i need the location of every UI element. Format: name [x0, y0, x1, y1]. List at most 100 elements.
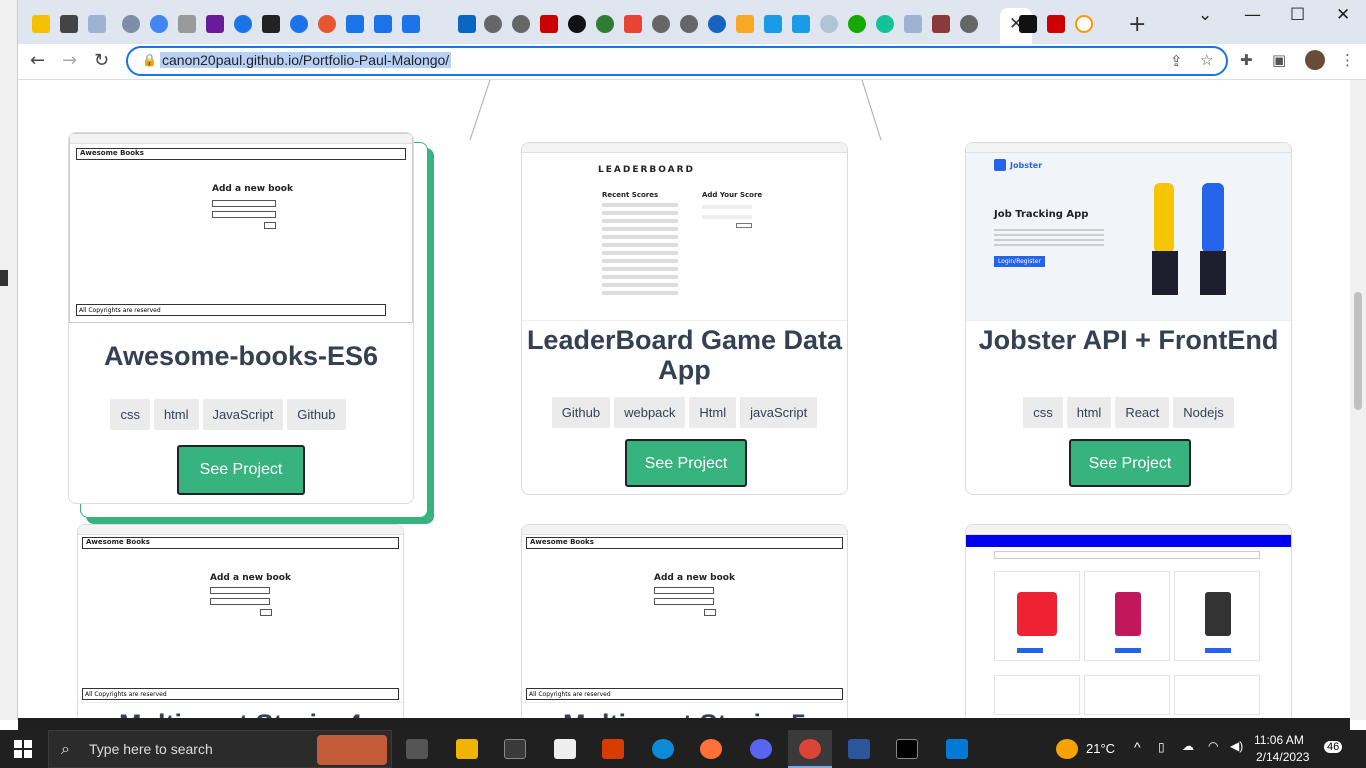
url-input[interactable]: 🔒 canon20paul.github.io/Portfolio-Paul-M…	[126, 46, 1228, 76]
site-tab-icon[interactable]	[374, 15, 392, 33]
new-tab-button[interactable]: +	[1128, 12, 1146, 37]
chrome-icon[interactable]	[799, 739, 821, 759]
site-tab-icon[interactable]	[540, 15, 558, 33]
site-tab-icon[interactable]	[290, 15, 308, 33]
grammarly-tab-icon[interactable]	[876, 15, 894, 33]
send-tab-icon[interactable]	[122, 15, 140, 33]
mail-tab-icon[interactable]	[206, 15, 224, 33]
tag: javaScript	[740, 397, 818, 428]
globe-tab-icon[interactable]	[680, 15, 698, 33]
site-tab-icon[interactable]	[596, 15, 614, 33]
loading-tab-icon[interactable]	[1075, 15, 1093, 33]
game-icon[interactable]	[750, 739, 772, 759]
volume-icon[interactable]: ◀)	[1230, 739, 1243, 753]
project-card[interactable]: Awesome Books Add a new book All Copyrig…	[521, 524, 848, 720]
office-icon[interactable]	[602, 739, 624, 759]
site-tab-icon[interactable]	[568, 15, 586, 33]
site-tab-icon[interactable]	[234, 15, 252, 33]
clock-date[interactable]: 2/14/2023	[1256, 750, 1309, 764]
tag: React	[1115, 397, 1170, 428]
window-close-icon[interactable]: ✕	[1336, 5, 1350, 25]
search-highlight-image	[317, 735, 387, 765]
site-tab-icon[interactable]	[318, 15, 336, 33]
minimize-icon[interactable]: —	[1244, 5, 1261, 25]
site-tab-icon[interactable]	[736, 15, 754, 33]
app-tab-icon[interactable]	[32, 15, 50, 33]
globe-tab-icon[interactable]	[484, 15, 502, 33]
profile-avatar[interactable]	[1305, 50, 1325, 70]
mini-footer: All Copyrights are reserved	[76, 304, 386, 316]
taskbar-search-box[interactable]: ⌕ Type here to search	[48, 730, 392, 768]
site-tab-icon[interactable]	[1047, 15, 1065, 33]
back-icon[interactable]: ←	[30, 50, 45, 71]
see-project-button[interactable]: See Project	[625, 439, 747, 487]
notification-badge[interactable]: 46	[1324, 741, 1343, 753]
site-tab-icon[interactable]	[792, 15, 810, 33]
cloud-icon[interactable]: ☁	[1182, 739, 1194, 753]
left-window-strip	[0, 0, 18, 720]
tray-chevron-icon[interactable]: ^	[1134, 739, 1141, 755]
maximize-icon[interactable]: ☐	[1290, 5, 1305, 25]
edge-icon[interactable]	[652, 739, 674, 759]
mini-heading: LEADERBOARD	[598, 165, 696, 175]
ngw-tab-icon[interactable]	[904, 15, 922, 33]
project-card[interactable]: Jobster Job Tracking App Login/Register …	[965, 142, 1292, 495]
site-tab-icon[interactable]	[402, 15, 420, 33]
weather-temp[interactable]: 21°C	[1086, 741, 1115, 756]
wikipedia-tab-icon[interactable]	[262, 15, 280, 33]
terminal-icon[interactable]	[896, 739, 918, 759]
google-tab-icon[interactable]	[150, 15, 168, 33]
site-tab-icon[interactable]	[178, 15, 196, 33]
project-screenshot: Awesome Books Add a new book All Copyrig…	[69, 133, 413, 323]
project-card[interactable]: Awesome Books Add a new book All Copyrig…	[68, 132, 414, 504]
site-tab-icon[interactable]	[764, 15, 782, 33]
mail-icon[interactable]	[554, 739, 576, 759]
firefox-icon[interactable]	[700, 739, 722, 759]
upwork-tab-icon[interactable]	[848, 15, 866, 33]
task-view-icon[interactable]	[406, 739, 428, 759]
project-card[interactable]	[965, 524, 1292, 720]
site-tab-icon[interactable]	[932, 15, 950, 33]
file-explorer-icon[interactable]	[456, 739, 478, 759]
see-project-button[interactable]: See Project	[1069, 439, 1191, 487]
search-icon: ⌕	[61, 739, 70, 758]
gmail-tab-icon[interactable]	[624, 15, 642, 33]
project-title: Jobster API + FrontEnd	[978, 325, 1279, 355]
store-icon[interactable]	[504, 739, 526, 759]
project-card[interactable]: Awesome Books Add a new book All Copyrig…	[77, 524, 404, 720]
windows-start-icon[interactable]	[14, 740, 32, 758]
tech-tags: css html React Nodejs	[966, 397, 1291, 428]
globe-tab-icon[interactable]	[652, 15, 670, 33]
news-tab-icon[interactable]	[60, 15, 78, 33]
side-panel-icon[interactable]: ▣	[1272, 51, 1286, 69]
project-card[interactable]: LEADERBOARD Recent Scores Add Your Score…	[521, 142, 848, 495]
url-text: canon20paul.github.io/Portfolio-Paul-Mal…	[160, 52, 452, 68]
clock-time[interactable]: 11:06 AM	[1254, 733, 1304, 747]
forward-icon[interactable]: →	[62, 50, 77, 71]
tab-search-icon[interactable]: ⌄	[1198, 5, 1212, 25]
tag: html	[1066, 397, 1112, 428]
page-scrollbar[interactable]	[1350, 80, 1366, 720]
reload-icon[interactable]: ↻	[94, 50, 109, 71]
vscode-icon[interactable]	[946, 739, 968, 759]
cloud-tab-icon[interactable]	[820, 15, 838, 33]
tray-device-icon[interactable]: ▯	[1158, 740, 1165, 754]
globe-tab-icon[interactable]	[512, 15, 530, 33]
extensions-icon[interactable]: ✚	[1240, 51, 1253, 69]
ngw-tab-icon[interactable]	[88, 15, 106, 33]
bookmark-star-icon[interactable]: ☆	[1200, 51, 1213, 69]
wifi-icon[interactable]: ◠	[1208, 739, 1218, 753]
globe-tab-icon[interactable]	[960, 15, 978, 33]
linkedin-tab-icon[interactable]	[458, 15, 476, 33]
site-tab-icon[interactable]	[708, 15, 726, 33]
menu-icon[interactable]: ⋮	[1340, 51, 1355, 69]
project-screenshot: Awesome Books Add a new book All Copyrig…	[78, 525, 403, 703]
word-icon[interactable]	[848, 739, 870, 759]
project-screenshot: Jobster Job Tracking App Login/Register	[966, 143, 1291, 321]
see-project-button[interactable]: See Project	[177, 445, 305, 495]
site-tab-icon[interactable]	[346, 15, 364, 33]
tech-tags: Github webpack Html javaScript	[522, 397, 847, 428]
medium-tab-icon[interactable]	[1019, 15, 1037, 33]
weather-icon[interactable]	[1056, 739, 1078, 759]
share-icon[interactable]: ⇪	[1170, 52, 1183, 70]
